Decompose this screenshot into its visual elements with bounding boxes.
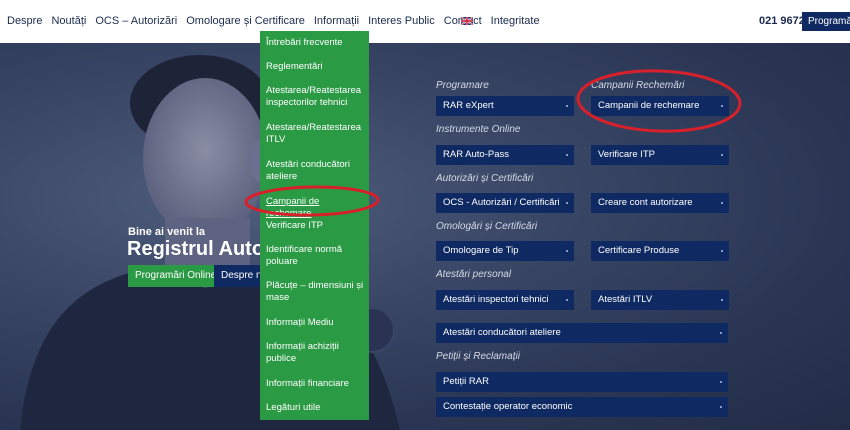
rar-auto-pass-button[interactable]: RAR Auto-Pass [436,145,574,165]
programari-online-button[interactable]: Programări Online [128,265,224,287]
dot-icon [720,381,722,383]
campanii-rechemare-button[interactable]: Campanii de rechemare [591,96,729,116]
dot-icon [721,202,723,204]
dropdown-item-informatii-mediu[interactable]: Informații Mediu [266,317,366,329]
button-label: Atestări conducători ateliere [443,327,561,338]
dot-icon [721,299,723,301]
hero-title: Registrul Auto [127,238,265,260]
dot-icon [720,332,722,334]
dot-icon [566,202,568,204]
dropdown-item-campanii-rechemare[interactable]: Campanii de rechemare [266,196,366,220]
nav-noutati[interactable]: Noutăți [51,15,86,27]
dot-icon [721,250,723,252]
nav-omologare-certificare[interactable]: Omologare și Certificare [186,15,305,27]
dot-icon [720,406,722,408]
dropdown-item-informatii-financiare[interactable]: Informații financiare [266,378,366,390]
dropdown-item-placute[interactable]: Plăcuțe – dimensiuni și mase [266,280,366,304]
main-menu: Despre Noutăți OCS – Autorizări Omologar… [7,15,540,27]
button-label: Atestări ITLV [598,294,653,305]
dropdown-item-achizitii-publice[interactable]: Informații achiziții publice [266,341,366,365]
phone-number[interactable]: 021 9672 [759,15,805,27]
dropdown-item-legaturi-utile[interactable]: Legături utile [266,402,366,414]
section-label-omologari: Omologări și Certificări [436,221,538,232]
dropdown-item-atestare-itlv[interactable]: Atestarea/Reatestarea ITLV [266,122,366,146]
dot-icon [566,105,568,107]
dropdown-item-verificare-itp[interactable]: Verificare ITP [266,220,366,232]
button-label: Campanii de rechemare [598,100,700,111]
section-label-petitii: Petiții și Reclamații [436,351,520,362]
atestari-itlv-button[interactable]: Atestări ITLV [591,290,729,310]
ocs-autorizari-certificari-button[interactable]: OCS - Autorizări / Certificări [436,193,574,213]
dot-icon [721,105,723,107]
uk-flag-icon[interactable] [461,17,473,25]
atestari-inspectori-button[interactable]: Atestări inspectori tehnici [436,290,574,310]
dropdown-item-atestare-inspectori[interactable]: Atestarea/Reatestarea inspectorilor tehn… [266,85,366,109]
dot-icon [721,154,723,156]
dropdown-item-norma-poluare[interactable]: Identificare normă poluare [266,244,366,268]
section-label-programare: Programare [436,80,489,91]
nav-integritate[interactable]: Integritate [491,15,540,27]
button-label: OCS - Autorizări / Certificări [443,197,560,208]
nav-interes-public[interactable]: Interes Public [368,15,435,27]
button-label: Atestări inspectori tehnici [443,294,549,305]
informatii-dropdown-menu: Întrebări frecvente Reglementări Atestar… [260,31,369,420]
hero-person-photo [20,55,400,430]
button-label: RAR eXpert [443,100,494,111]
nav-informatii[interactable]: Informații [314,15,359,27]
creare-cont-autorizare-button[interactable]: Creare cont autorizare [591,193,729,213]
button-label: Verificare ITP [598,149,656,160]
section-label-campanii: Campanii Rechemări [591,80,685,91]
nav-despre[interactable]: Despre [7,15,42,27]
button-label: Contestație operator economic [443,401,573,412]
atestari-conducatori-button[interactable]: Atestări conducători ateliere [436,323,728,343]
dropdown-item-reglementari[interactable]: Reglementări [266,61,366,73]
hero-section: Bine ai venit la Registrul Auto Programă… [0,43,850,430]
section-label-instrumente: Instrumente Online [436,124,521,135]
dot-icon [566,154,568,156]
button-label: Creare cont autorizare [598,197,693,208]
verificare-itp-button[interactable]: Verificare ITP [591,145,729,165]
contestatie-operator-button[interactable]: Contestație operator economic [436,397,728,417]
section-label-atestari: Atestări personal [436,269,512,280]
dot-icon [566,299,568,301]
button-label: Petiții RAR [443,376,489,387]
button-label: Certificare Produse [598,245,680,256]
petitii-rar-button[interactable]: Petiții RAR [436,372,728,392]
top-navigation: Despre Noutăți OCS – Autorizări Omologar… [0,0,850,43]
certificare-produse-button[interactable]: Certificare Produse [591,241,729,261]
dot-icon [566,250,568,252]
omologare-de-tip-button[interactable]: Omologare de Tip [436,241,574,261]
button-label: Omologare de Tip [443,245,519,256]
rar-expert-button[interactable]: RAR eXpert [436,96,574,116]
programari-button[interactable]: Programări [802,12,850,31]
nav-ocs-autorizari[interactable]: OCS – Autorizări [95,15,177,27]
dropdown-item-intrebari[interactable]: Întrebări frecvente [266,37,366,49]
section-label-autorizari: Autorizări și Certificări [436,173,534,184]
dropdown-item-atestari-conducatori[interactable]: Atestări conducători ateliere [266,159,366,183]
button-label: RAR Auto-Pass [443,149,509,160]
hero-welcome-text: Bine ai venit la [128,226,206,238]
